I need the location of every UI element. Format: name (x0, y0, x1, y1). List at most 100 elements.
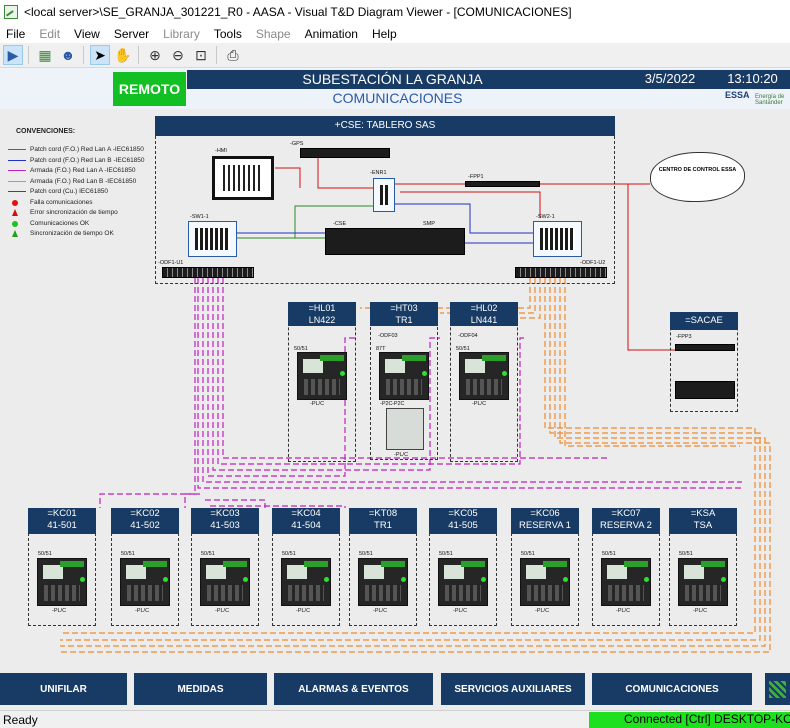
gps-label: -GPS (290, 141, 304, 147)
nav-alarmas-button[interactable]: ALARMAS & EVENTOS (274, 673, 433, 705)
bay-name: 41-504 (291, 520, 321, 531)
hand-icon[interactable]: ✋ (113, 45, 133, 65)
hmi-device[interactable] (212, 156, 274, 200)
gps-device[interactable] (300, 148, 390, 158)
control-center-cloud[interactable]: CENTRO DE CONTROL ESSA (650, 152, 745, 202)
plc-label: -PL/C (472, 401, 487, 407)
bay-code: =KC05 (448, 508, 478, 519)
plc-label: -PL/C (52, 608, 67, 614)
bay-name: 41-505 (448, 520, 478, 531)
menu-library[interactable]: Library (157, 27, 208, 41)
zoom-in-icon[interactable]: ⊕ (145, 45, 165, 65)
protection-relay[interactable] (520, 558, 570, 606)
relay-function-label: 50/51 (679, 551, 693, 557)
zoom-out-icon[interactable]: ⊖ (168, 45, 188, 65)
odf1-label: -ODF1-U1 (158, 260, 184, 266)
legend-title: CONVENCIONES: (16, 128, 76, 135)
menu-file[interactable]: File (0, 27, 33, 41)
bay-header[interactable]: =KC07 RESERVA 2 (592, 508, 660, 534)
protection-relay[interactable] (120, 558, 170, 606)
enr1-switch[interactable] (373, 178, 395, 212)
bay-header[interactable]: =KC03 41-503 (191, 508, 259, 534)
sw1-switch[interactable] (188, 221, 237, 257)
bay-header[interactable]: =KT08 TR1 (349, 508, 417, 534)
cse-label: -CSE (333, 221, 347, 227)
print-icon[interactable]: ⎙ (223, 45, 243, 65)
bay-name: TR1 (395, 315, 413, 325)
transformer-relay[interactable] (386, 408, 424, 450)
zoom-fit-icon[interactable]: ⊡ (191, 45, 211, 65)
nav-medidas-button[interactable]: MEDIDAS (134, 673, 267, 705)
nav-unifilar-button[interactable]: UNIFILAR (0, 673, 127, 705)
toolbar-separator (138, 46, 139, 64)
grid-icon[interactable] (765, 673, 790, 705)
protection-relay[interactable] (438, 558, 488, 606)
plc-label: -PL/C (215, 608, 230, 614)
sas-cabinet-title[interactable]: +CSE: TABLERO SAS (155, 116, 615, 136)
play-icon[interactable]: ▶ (3, 45, 23, 65)
legend: CONVENCIONES: Patch cord (F.O.) Red Lan … (4, 128, 154, 240)
protection-relay[interactable] (37, 558, 87, 606)
relay-function-label: 50/51 (521, 551, 535, 557)
odf1-u1[interactable] (162, 267, 254, 278)
bay-header[interactable]: =KC05 41-505 (429, 508, 497, 534)
nav-comunicaciones-button[interactable]: COMUNICACIONES (592, 673, 752, 705)
protection-relay[interactable] (297, 352, 347, 400)
users-icon[interactable]: ☻ (58, 45, 78, 65)
pointer-icon[interactable]: ➤ (90, 45, 110, 65)
bay-name: RESERVA 2 (600, 520, 652, 531)
protection-relay[interactable] (601, 558, 651, 606)
sacae-server[interactable] (675, 381, 735, 399)
bay-code: =HL02 (470, 303, 498, 313)
cse-server[interactable] (325, 228, 465, 255)
bay-header[interactable]: =HT03 TR1 (370, 302, 438, 326)
plc-label: -PL/C (693, 608, 708, 614)
fpp3-patch-panel[interactable] (675, 344, 735, 351)
fpp1-label: -FPP1 (468, 174, 484, 180)
bay-code: =KSA (690, 508, 716, 519)
bay-header[interactable]: =KC06 RESERVA 1 (511, 508, 579, 534)
bay-name: LN441 (470, 315, 498, 325)
menu-bar: File Edit View Server Library Tools Shap… (0, 24, 790, 43)
menu-edit[interactable]: Edit (33, 27, 68, 41)
diagram-icon[interactable]: ▦ (35, 45, 55, 65)
status-ready: Ready (3, 713, 38, 727)
protection-relay[interactable] (358, 558, 408, 606)
odf1-u2[interactable] (515, 267, 607, 278)
sw2-label: -SW2-1 (536, 214, 555, 220)
menu-shape[interactable]: Shape (250, 27, 299, 41)
menu-tools[interactable]: Tools (208, 27, 250, 41)
protection-relay[interactable] (459, 352, 509, 400)
bay-header[interactable]: =KC01 41-501 (28, 508, 96, 534)
legend-item-copper: Patch cord (Cu.) IEC61850 (4, 187, 154, 198)
plc-label: -PL/C (535, 608, 550, 614)
smp-label: SMP (423, 221, 435, 227)
relay-function-label: 50/51 (38, 551, 52, 557)
sw2-switch[interactable] (533, 221, 582, 257)
fpp1-patch-panel[interactable] (465, 181, 540, 187)
bay-header[interactable]: =KSA TSA (669, 508, 737, 534)
bay-header[interactable]: =HL02 LN441 (450, 302, 518, 326)
bay-header[interactable]: =KC04 41-504 (272, 508, 340, 534)
protection-relay[interactable] (281, 558, 331, 606)
sacae-title[interactable]: =SACAE (670, 312, 738, 330)
menu-help[interactable]: Help (366, 27, 405, 41)
bay-name: TR1 (374, 520, 392, 531)
nav-servicios-button[interactable]: SERVICIOS AUXILIARES (441, 673, 585, 705)
plc-label: -P2C (392, 401, 405, 407)
bay-name: RESERVA 1 (519, 520, 571, 531)
protection-relay[interactable] (379, 352, 429, 400)
relay-function-label: 50/51 (121, 551, 135, 557)
relay-function-label: 50/51 (359, 551, 373, 557)
bay-code: =KC03 (210, 508, 240, 519)
protection-relay[interactable] (200, 558, 250, 606)
menu-view[interactable]: View (68, 27, 108, 41)
bay-code: =HL01 (308, 303, 336, 313)
bay-header[interactable]: =KC02 41-502 (111, 508, 179, 534)
protection-relay[interactable] (678, 558, 728, 606)
title-bar: <local server>\SE_GRANJA_301221_R0 - AAS… (0, 0, 790, 24)
menu-server[interactable]: Server (108, 27, 157, 41)
menu-animation[interactable]: Animation (299, 27, 366, 41)
bay-header[interactable]: =HL01 LN422 (288, 302, 356, 326)
legend-item-lan-a-armada: Armada (F.O.) Red Lan A -IEC61850 (4, 166, 154, 177)
